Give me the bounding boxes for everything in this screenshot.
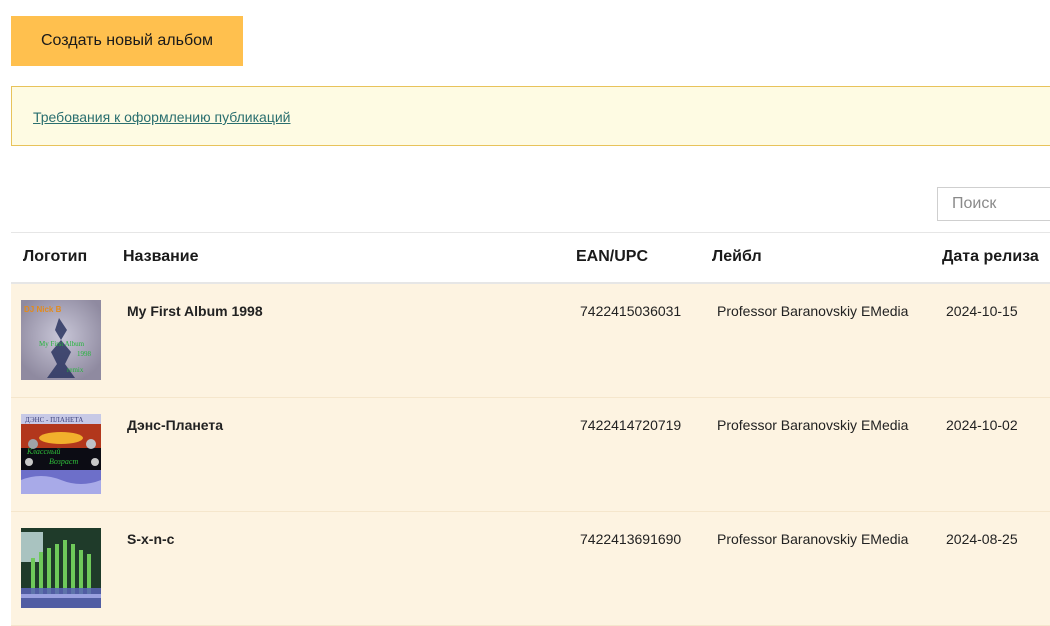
table-row[interactable]: S-x-n-c 7422413691690 Professor Baranovs… <box>11 512 1050 626</box>
album-title[interactable]: S-x-n-c <box>127 531 174 547</box>
album-title[interactable]: My First Album 1998 <box>127 303 263 319</box>
album-release-date: 2024-10-02 <box>946 417 1018 433</box>
albums-table: Логотип Название EAN/UPC Лейбл Дата рели… <box>11 232 1050 626</box>
header-release-date[interactable]: Дата релиза <box>942 248 1039 266</box>
table-header: Логотип Название EAN/UPC Лейбл Дата рели… <box>11 233 1050 284</box>
album-title[interactable]: Дэнс-Планета <box>127 417 223 433</box>
album-ean: 7422414720719 <box>580 417 682 433</box>
album-release-date: 2024-08-25 <box>946 531 1018 547</box>
album-cover-image[interactable]: ДЭНС - ПЛАНЕТА Классный Возраст <box>21 414 101 494</box>
create-album-button[interactable]: Создать новый альбом <box>11 16 243 66</box>
table-row[interactable]: DJ Nick B My First Album 1998 remix My F… <box>11 284 1050 398</box>
table-row[interactable]: ДЭНС - ПЛАНЕТА Классный Возраст Дэнс-Пла… <box>11 398 1050 512</box>
album-ean: 7422413691690 <box>580 531 682 547</box>
svg-text:My First Album: My First Album <box>39 340 85 348</box>
svg-text:DJ Nick B: DJ Nick B <box>24 305 62 314</box>
publication-requirements-link[interactable]: Требования к оформлению публикаций <box>33 109 290 125</box>
svg-text:Классный: Классный <box>26 447 60 456</box>
header-title[interactable]: Название <box>123 248 199 266</box>
svg-text:ДЭНС - ПЛАНЕТА: ДЭНС - ПЛАНЕТА <box>25 416 83 424</box>
header-label[interactable]: Лейбл <box>712 248 762 266</box>
album-label: Professor Baranovskiy EMedia <box>717 417 909 433</box>
album-ean: 7422415036031 <box>580 303 682 319</box>
header-ean[interactable]: EAN/UPC <box>576 248 648 266</box>
header-logo[interactable]: Логотип <box>23 248 87 266</box>
svg-text:Возраст: Возраст <box>49 457 78 466</box>
search-input[interactable] <box>937 187 1050 221</box>
album-cover-image[interactable] <box>21 528 101 608</box>
svg-text:1998: 1998 <box>77 350 92 358</box>
album-label: Professor Baranovskiy EMedia <box>717 303 909 319</box>
album-release-date: 2024-10-15 <box>946 303 1018 319</box>
svg-text:remix: remix <box>67 366 84 374</box>
album-cover-image[interactable]: DJ Nick B My First Album 1998 remix <box>21 300 101 380</box>
album-label: Professor Baranovskiy EMedia <box>717 531 909 547</box>
notice-panel: Требования к оформлению публикаций <box>11 86 1050 146</box>
